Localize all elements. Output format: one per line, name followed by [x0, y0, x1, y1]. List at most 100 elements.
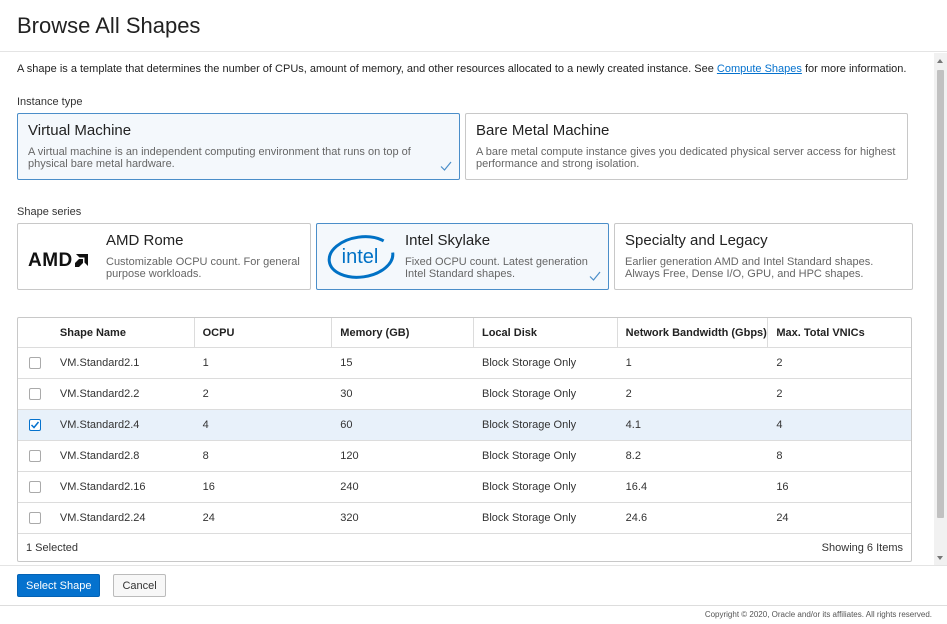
row-checkbox[interactable]	[28, 450, 41, 462]
scrollbar-thumb[interactable]	[937, 70, 944, 518]
card-title: AMD Rome	[106, 232, 184, 249]
cancel-button[interactable]: Cancel	[113, 574, 166, 597]
local-disk-cell: Block Storage Only	[481, 357, 577, 369]
column-header-memory[interactable]: Memory (GB)	[332, 318, 474, 347]
column-header-ocpu[interactable]: OCPU	[195, 318, 333, 347]
table-row[interactable]: VM.Standard2.1 1 15 Block Storage Only 1 2	[18, 348, 911, 379]
ocpu-cell: 16	[202, 481, 215, 493]
max-vnics-cell: 2	[776, 388, 783, 400]
instance-type-label: Instance type	[17, 96, 83, 108]
network-bandwidth-cell: 24.6	[625, 512, 648, 524]
network-bandwidth-cell: 4.1	[625, 419, 641, 431]
instance-type-virtual-machine[interactable]: Virtual Machine A virtual machine is an …	[17, 113, 460, 180]
row-checkbox-cell	[18, 503, 52, 533]
instance-type-options: Virtual Machine A virtual machine is an …	[17, 113, 917, 180]
series-specialty-legacy[interactable]: Specialty and Legacy Earlier generation …	[614, 223, 913, 290]
shape-series-label: Shape series	[17, 206, 82, 218]
local-disk-cell: Block Storage Only	[481, 388, 577, 400]
network-bandwidth-cell: 2	[625, 388, 632, 400]
network-bandwidth-cell: 1	[625, 357, 632, 369]
column-header-shape-name[interactable]: Shape Name	[52, 318, 195, 347]
card-title: Specialty and Legacy	[625, 232, 768, 249]
dialog-actions: Select Shape Cancel	[0, 565, 947, 605]
local-disk-cell: Block Storage Only	[481, 481, 577, 493]
intel-logo-mark: intel	[327, 234, 395, 279]
ocpu-cell: 4	[202, 419, 209, 431]
series-intel-skylake[interactable]: intel Intel Skylake Fixed OCPU count. La…	[316, 223, 609, 290]
memory-cell: 320	[340, 512, 359, 524]
memory-cell: 60	[340, 419, 353, 431]
row-checkbox[interactable]	[28, 419, 41, 431]
vertical-scrollbar[interactable]	[934, 53, 947, 565]
dialog-body: A shape is a template that determines th…	[0, 53, 934, 565]
shape-name-cell: VM.Standard2.8	[59, 450, 140, 462]
shape-name-cell: VM.Standard2.4	[59, 419, 140, 431]
checkmark-icon	[589, 271, 601, 281]
card-description: Fixed OCPU count. Latest generation Inte…	[405, 256, 588, 280]
intel-logo: intel	[327, 232, 405, 281]
card-description: Customizable OCPU count. For general pur…	[106, 256, 300, 280]
network-bandwidth-cell: 8.2	[625, 450, 641, 462]
row-checkbox[interactable]	[28, 481, 41, 493]
table-row[interactable]: VM.Standard2.4 4 60 Block Storage Only 4.1 4	[18, 410, 911, 441]
table-header-row: Shape Name OCPU Memory (GB) Local Disk N…	[18, 318, 911, 348]
series-amd-rome[interactable]: AMD AMD Rome Customizable OCPU count. Fo…	[17, 223, 311, 290]
instance-type-bare-metal[interactable]: Bare Metal Machine A bare metal compute …	[465, 113, 908, 180]
max-vnics-cell: 16	[776, 481, 789, 493]
shape-name-cell: VM.Standard2.2	[59, 388, 140, 400]
page-title: Browse All Shapes	[17, 13, 201, 38]
row-checkbox-cell	[18, 348, 52, 378]
column-header-max-vnics[interactable]: Max. Total VNICs	[768, 318, 911, 347]
ocpu-cell: 2	[202, 388, 209, 400]
memory-cell: 15	[340, 357, 353, 369]
row-checkbox[interactable]	[28, 388, 41, 400]
row-checkbox[interactable]	[28, 357, 41, 369]
scroll-up-arrow-icon[interactable]	[937, 59, 943, 63]
shape-name-cell: VM.Standard2.1	[59, 357, 140, 369]
shape-name-cell: VM.Standard2.16	[59, 481, 146, 493]
intro-text: A shape is a template that determines th…	[17, 63, 917, 75]
table-row[interactable]: VM.Standard2.24 24 320 Block Storage Only 24…	[18, 503, 911, 534]
compute-shapes-link[interactable]: Compute Shapes	[717, 63, 802, 75]
amd-logo-text: AMD	[28, 249, 73, 271]
table-row[interactable]: VM.Standard2.2 2 30 Block Storage Only 2 2	[18, 379, 911, 410]
network-bandwidth-cell: 16.4	[625, 481, 648, 493]
ocpu-cell: 1	[202, 357, 209, 369]
memory-cell: 120	[340, 450, 359, 462]
local-disk-cell: Block Storage Only	[481, 450, 577, 462]
row-checkbox-cell	[18, 410, 52, 440]
local-disk-cell: Block Storage Only	[481, 512, 577, 524]
memory-cell: 30	[340, 388, 353, 400]
checkmark-icon	[30, 421, 40, 429]
row-checkbox[interactable]	[28, 512, 41, 524]
max-vnics-cell: 4	[776, 419, 783, 431]
memory-cell: 240	[340, 481, 359, 493]
column-header-local-disk[interactable]: Local Disk	[474, 318, 618, 347]
amd-logo: AMD	[28, 232, 106, 281]
row-checkbox-cell	[18, 379, 52, 409]
table-row[interactable]: VM.Standard2.16 16 240 Block Storage Only 16…	[18, 472, 911, 503]
intro-text-after: for more information.	[801, 63, 907, 75]
max-vnics-cell: 8	[776, 450, 783, 462]
card-title: Virtual Machine	[28, 122, 132, 139]
header-checkbox-cell	[18, 318, 52, 347]
scroll-down-arrow-icon[interactable]	[937, 556, 943, 560]
card-description: A virtual machine is an independent comp…	[28, 146, 411, 170]
shapes-table: Shape Name OCPU Memory (GB) Local Disk N…	[17, 317, 912, 562]
checkmark-icon	[440, 161, 452, 171]
row-checkbox-cell	[18, 472, 52, 502]
select-shape-button[interactable]: Select Shape	[17, 574, 101, 597]
shape-series-options: AMD AMD Rome Customizable OCPU count. Fo…	[17, 223, 917, 290]
dialog-header: Browse All Shapes	[0, 0, 947, 52]
amd-arrow-icon	[74, 253, 88, 267]
intro-text-before: A shape is a template that determines th…	[17, 63, 717, 75]
card-title: Bare Metal Machine	[476, 122, 610, 139]
card-description: Earlier generation AMD and Intel Standar…	[625, 256, 874, 280]
row-checkbox-cell	[18, 441, 52, 471]
shape-name-cell: VM.Standard2.24	[59, 512, 146, 524]
table-row[interactable]: VM.Standard2.8 8 120 Block Storage Only 8.2 8	[18, 441, 911, 472]
local-disk-cell: Block Storage Only	[481, 419, 577, 431]
column-header-network-bandwidth[interactable]: Network Bandwidth (Gbps)	[618, 318, 769, 347]
items-count: Showing 6 Items	[821, 541, 903, 554]
intel-logo-text: intel	[342, 246, 379, 268]
